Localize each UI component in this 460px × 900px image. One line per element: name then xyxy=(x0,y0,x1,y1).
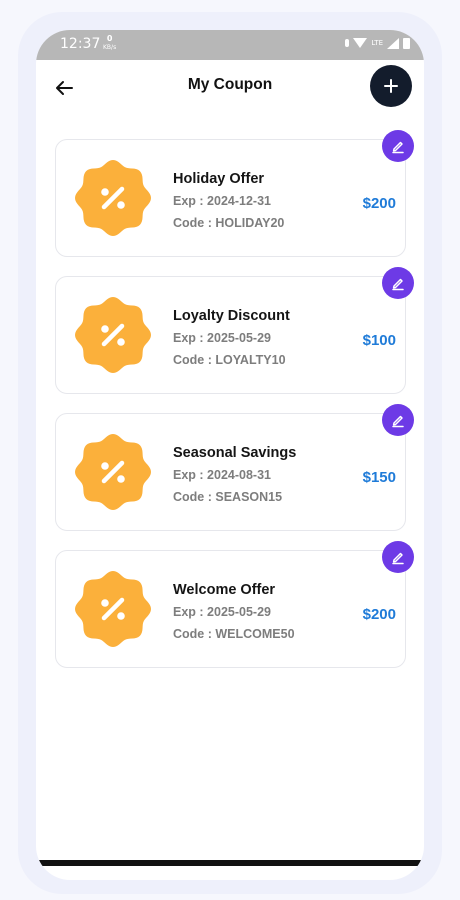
coupon-card[interactable]: Holiday Offer Exp : 2024-12-31 Code : HO… xyxy=(55,139,406,257)
coupon-name: Seasonal Savings xyxy=(173,445,297,461)
coupon-card[interactable]: Welcome Offer Exp : 2025-05-29 Code : WE… xyxy=(55,550,406,668)
bottom-bar xyxy=(36,860,424,866)
expiry-date: 2024-12-31 xyxy=(207,194,271,208)
coupon-amount: $150 xyxy=(362,469,396,486)
edit-coupon-button[interactable] xyxy=(382,130,414,162)
wifi-icon xyxy=(353,38,368,48)
cell-signal-icon xyxy=(387,37,399,49)
code-value: HOLIDAY20 xyxy=(215,216,285,230)
coupon-info: Loyalty Discount Exp : 2025-05-29 Code :… xyxy=(173,307,290,369)
pencil-icon xyxy=(392,141,404,154)
network-speed: 0 KB/s xyxy=(103,34,116,52)
expiry-label: Exp : xyxy=(173,605,204,619)
pencil-icon xyxy=(392,278,404,291)
coupon-name: Loyalty Discount xyxy=(173,308,290,324)
pencil-icon xyxy=(392,552,404,565)
app-header: My Coupon xyxy=(36,60,424,120)
coupon-card[interactable]: Loyalty Discount Exp : 2025-05-29 Code :… xyxy=(55,276,406,394)
pencil-icon xyxy=(392,415,404,428)
coupon-card[interactable]: Seasonal Savings Exp : 2024-08-31 Code :… xyxy=(55,413,406,531)
coupon-info: Holiday Offer Exp : 2024-12-31 Code : HO… xyxy=(173,170,284,232)
expiry-date: 2024-08-31 xyxy=(207,468,271,482)
status-time: 12:37 xyxy=(60,36,101,52)
expiry-label: Exp : xyxy=(173,194,204,208)
network-speed-value: 0 xyxy=(106,34,113,43)
coupon-code: Code : WELCOME50 xyxy=(173,625,295,643)
coupon-name: Holiday Offer xyxy=(173,171,265,187)
percent-badge-icon xyxy=(75,571,151,647)
code-label: Code : xyxy=(173,627,212,641)
code-value: WELCOME50 xyxy=(215,627,295,641)
expiry-date: 2025-05-29 xyxy=(207,331,271,345)
code-label: Code : xyxy=(173,216,212,230)
code-value: LOYALTY10 xyxy=(215,353,286,367)
coupon-code: Code : SEASON15 xyxy=(173,488,296,506)
expiry-date: 2025-05-29 xyxy=(207,605,271,619)
edit-coupon-button[interactable] xyxy=(382,541,414,573)
coupon-expiry: Exp : 2024-08-31 xyxy=(173,466,296,484)
status-bar: 12:37 0 KB/s LTE xyxy=(36,30,424,60)
coupon-amount: $200 xyxy=(362,195,396,212)
expiry-label: Exp : xyxy=(173,468,204,482)
coupon-info: Welcome Offer Exp : 2025-05-29 Code : WE… xyxy=(173,581,295,643)
phone-screen: 12:37 0 KB/s LTE My Coupon Holiday Offer… xyxy=(36,30,424,880)
percent-badge-icon xyxy=(75,160,151,236)
coupon-expiry: Exp : 2025-05-29 xyxy=(173,603,295,621)
edit-coupon-button[interactable] xyxy=(382,267,414,299)
percent-badge-icon xyxy=(75,297,151,373)
edit-coupon-button[interactable] xyxy=(382,404,414,436)
coupon-expiry: Exp : 2024-12-31 xyxy=(173,192,284,210)
code-label: Code : xyxy=(173,353,212,367)
data-activity-icon xyxy=(345,39,350,47)
page-title: My Coupon xyxy=(187,76,273,93)
add-coupon-button[interactable] xyxy=(370,65,412,107)
expiry-label: Exp : xyxy=(173,331,204,345)
coupon-info: Seasonal Savings Exp : 2024-08-31 Code :… xyxy=(173,444,296,506)
lte-label: LTE xyxy=(371,39,383,47)
status-icons: LTE xyxy=(345,36,410,50)
coupon-code: Code : HOLIDAY20 xyxy=(173,214,284,232)
coupon-amount: $200 xyxy=(362,606,396,623)
coupon-code: Code : LOYALTY10 xyxy=(173,351,290,369)
battery-icon xyxy=(403,37,410,49)
code-label: Code : xyxy=(173,490,212,504)
percent-badge-icon xyxy=(75,434,151,510)
network-speed-unit: KB/s xyxy=(103,44,117,51)
coupon-expiry: Exp : 2025-05-29 xyxy=(173,329,290,347)
coupon-amount: $100 xyxy=(362,332,396,349)
coupon-name: Welcome Offer xyxy=(173,582,276,598)
code-value: SEASON15 xyxy=(215,490,283,504)
